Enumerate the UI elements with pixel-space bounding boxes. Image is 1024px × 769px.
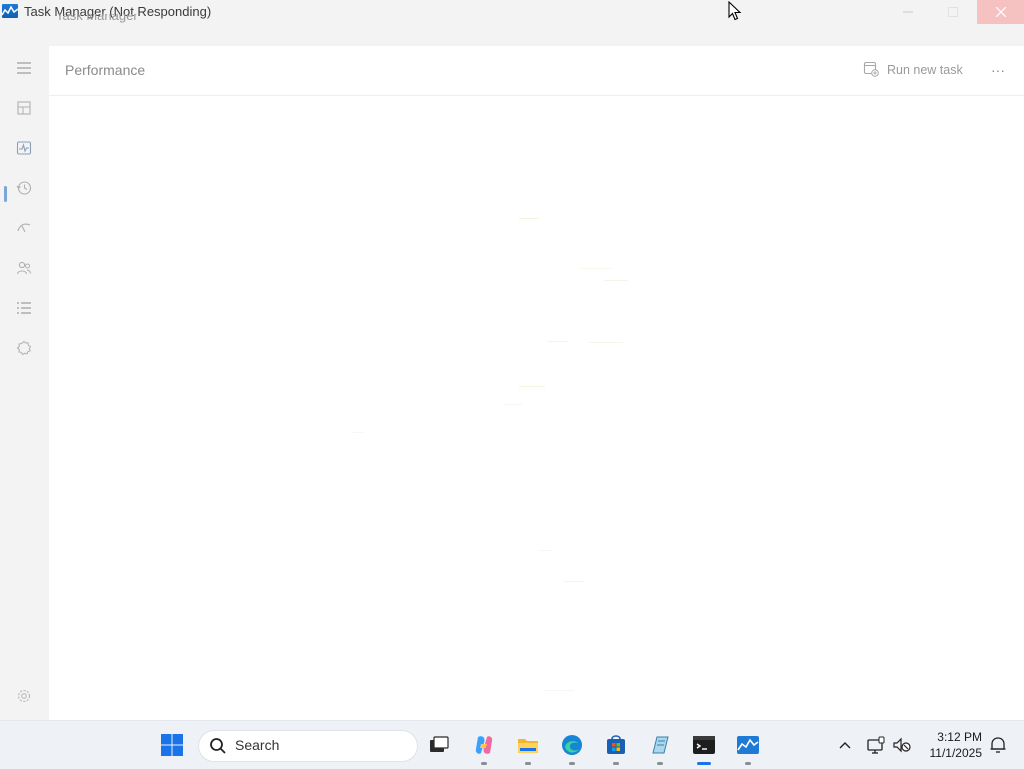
- windows-start-icon[interactable]: [158, 731, 186, 759]
- render-artifact: [581, 268, 611, 269]
- render-artifact: [519, 386, 545, 387]
- header-band: [0, 24, 1024, 46]
- main-panel: Performance Run new task ···: [49, 46, 1024, 720]
- notifications-icon[interactable]: [986, 721, 1010, 769]
- run-new-task-icon: [863, 61, 879, 80]
- left-navigation: [0, 46, 49, 720]
- network-icon[interactable]: [864, 721, 888, 769]
- more-options-icon[interactable]: ···: [987, 60, 1009, 80]
- task-manager-app-icon: [2, 4, 18, 18]
- render-artifact: [547, 341, 569, 342]
- microsoft-store-icon[interactable]: [602, 731, 630, 765]
- copilot-icon[interactable]: [470, 731, 498, 765]
- render-artifact: [504, 404, 522, 405]
- active-nav-indicator: [4, 186, 7, 202]
- running-indicator: [569, 762, 575, 765]
- hamburger-menu-icon[interactable]: [12, 56, 36, 80]
- file-explorer-icon[interactable]: [514, 731, 542, 765]
- active-app-indicator: [697, 762, 711, 765]
- app-history-icon[interactable]: [12, 176, 36, 200]
- taskbar-clock[interactable]: 3:12 PM 11/1/2025: [918, 729, 983, 761]
- settings-gear-icon[interactable]: [12, 684, 36, 708]
- ghost-window-title: Task Manager: [56, 14, 138, 23]
- processes-icon[interactable]: [12, 96, 36, 120]
- mouse-cursor-icon: [728, 0, 742, 26]
- render-artifact: [544, 690, 574, 691]
- notepad-icon[interactable]: [646, 731, 674, 765]
- edge-browser-icon[interactable]: [558, 731, 586, 765]
- render-artifact: [539, 550, 553, 551]
- run-new-task-button[interactable]: Run new task: [863, 60, 963, 80]
- running-indicator: [525, 762, 531, 765]
- running-indicator: [613, 762, 619, 765]
- page-title: Performance: [65, 62, 146, 78]
- show-hidden-icons-chevron-icon[interactable]: [834, 721, 856, 769]
- taskbar-search-box[interactable]: Search: [198, 730, 418, 762]
- services-icon[interactable]: [12, 336, 36, 360]
- clock-date: 11/1/2025: [929, 746, 983, 760]
- title-bar[interactable]: Task Manager (Not Responding): [0, 0, 1024, 24]
- startup-apps-icon[interactable]: [12, 216, 36, 240]
- volume-muted-icon[interactable]: [890, 721, 914, 769]
- taskbar: Search 3:12 PM 11/1/2025: [0, 720, 1024, 769]
- render-artifact: [351, 432, 365, 433]
- search-icon: [209, 737, 227, 760]
- render-artifact: [519, 218, 539, 219]
- search-label: Search: [235, 737, 280, 753]
- render-artifact: [564, 581, 584, 582]
- render-artifact: [604, 280, 628, 281]
- running-indicator: [481, 762, 487, 765]
- maximize-button[interactable]: [931, 0, 975, 24]
- terminal-icon[interactable]: [690, 731, 718, 765]
- header-divider: [49, 95, 1024, 96]
- task-view-icon[interactable]: [425, 731, 453, 759]
- minimize-button[interactable]: [886, 0, 930, 24]
- performance-icon[interactable]: [12, 136, 36, 160]
- users-icon[interactable]: [12, 256, 36, 280]
- details-icon[interactable]: [12, 296, 36, 320]
- task-manager-taskbar-icon[interactable]: [734, 731, 762, 765]
- running-indicator: [745, 762, 751, 765]
- run-new-task-label: Run new task: [887, 63, 963, 77]
- close-button[interactable]: [977, 0, 1024, 24]
- render-artifact: [589, 342, 623, 343]
- clock-time: 3:12 PM: [937, 730, 982, 744]
- running-indicator: [657, 762, 663, 765]
